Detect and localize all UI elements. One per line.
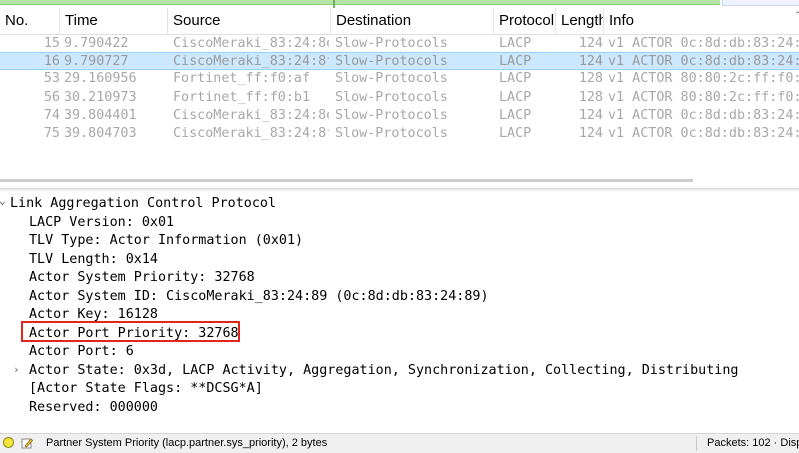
packet-source: CiscoMeraki_83:24:8e bbox=[173, 108, 329, 123]
filter-bookmark-tab[interactable] bbox=[722, 0, 799, 6]
packet-protocol: LACP bbox=[499, 36, 532, 51]
column-header-destination[interactable]: Destination bbox=[331, 8, 494, 34]
packet-time: 39.804703 bbox=[64, 126, 137, 141]
packet-no: 74 bbox=[43, 108, 60, 123]
packet-protocol: LACP bbox=[499, 71, 532, 86]
display-filter-bar[interactable] bbox=[0, 0, 799, 8]
packet-details-tree[interactable]: Link Aggregation Control Protocol LACP V… bbox=[0, 193, 799, 433]
tree-node-lacp[interactable]: Link Aggregation Control Protocol bbox=[10, 195, 276, 214]
packet-time: 30.210973 bbox=[64, 90, 137, 105]
packet-protocol: LACP bbox=[499, 108, 532, 123]
packet-protocol: LACP bbox=[499, 126, 532, 141]
packet-destination: Slow-Protocols bbox=[335, 90, 448, 105]
tree-field[interactable]: TLV Length: 0x14 bbox=[29, 251, 158, 270]
column-header-info[interactable]: Info bbox=[604, 8, 792, 34]
packet-row-selected[interactable]: 16 9.790727 CiscoMeraki_83:24:8f Slow-Pr… bbox=[0, 52, 799, 70]
tree-field[interactable]: Actor System Priority: 32768 bbox=[29, 269, 255, 288]
caret-right-icon[interactable]: › bbox=[13, 363, 20, 376]
packet-no: 15 bbox=[43, 36, 60, 51]
packet-info: v1 ACTOR 0c:8d:db:83:24:8 bbox=[608, 36, 799, 51]
packet-no: 16 bbox=[43, 54, 60, 69]
column-header-length[interactable]: Length bbox=[556, 8, 604, 34]
packet-source: Fortinet_ff:f0:af bbox=[173, 71, 311, 86]
packet-time: 39.804401 bbox=[64, 108, 137, 123]
packet-destination: Slow-Protocols bbox=[335, 54, 448, 69]
packet-source: CiscoMeraki_83:24:8f bbox=[173, 54, 329, 69]
packet-source: Fortinet_ff:f0:b1 bbox=[173, 90, 311, 105]
edit-comment-icon[interactable] bbox=[20, 436, 34, 450]
packet-time: 9.790422 bbox=[64, 36, 129, 51]
packet-destination: Slow-Protocols bbox=[335, 126, 448, 141]
packet-length: 124 bbox=[578, 126, 603, 141]
tree-field[interactable]: Actor Port: 6 bbox=[29, 343, 134, 362]
packet-destination: Slow-Protocols bbox=[335, 36, 448, 51]
tree-field[interactable]: LACP Version: 0x01 bbox=[29, 214, 174, 233]
packets-count-text: Packets: 102 · Displa bbox=[707, 437, 799, 449]
packet-row[interactable]: 53 29.160956 Fortinet_ff:f0:af Slow-Prot… bbox=[0, 70, 799, 88]
filter-valid-indicator bbox=[0, 0, 720, 5]
column-header-source[interactable]: Source bbox=[168, 8, 331, 34]
packet-row[interactable]: 15 9.790422 CiscoMeraki_83:24:8e Slow-Pr… bbox=[0, 35, 799, 53]
packet-destination: Slow-Protocols bbox=[335, 108, 448, 123]
tree-field[interactable]: Reserved: 000000 bbox=[29, 399, 158, 418]
packet-length: 128 bbox=[578, 71, 603, 86]
tree-field[interactable]: [Actor State Flags: **DCSG*A] bbox=[29, 380, 263, 399]
status-divider bbox=[696, 436, 697, 451]
packet-info: v1 ACTOR 80:80:2c:ff:f0:a bbox=[608, 90, 799, 105]
packet-no: 75 bbox=[43, 126, 60, 141]
status-bar: Partner System Priority (lacp.partner.sy… bbox=[0, 433, 799, 453]
packet-protocol: LACP bbox=[499, 54, 532, 69]
packet-length: 128 bbox=[578, 90, 603, 105]
packet-no: 56 bbox=[43, 90, 60, 105]
packet-row[interactable]: 56 30.210973 Fortinet_ff:f0:b1 Slow-Prot… bbox=[0, 89, 799, 107]
packet-info: v1 ACTOR 80:80:2c:ff:f0:a bbox=[608, 71, 799, 86]
packet-time: 9.790727 bbox=[64, 54, 129, 69]
packet-source: CiscoMeraki_83:24:8f bbox=[173, 126, 329, 141]
packet-row[interactable]: 75 39.804703 CiscoMeraki_83:24:8f Slow-P… bbox=[0, 125, 799, 143]
packet-info: v1 ACTOR 0c:8d:db:83:24:8 bbox=[608, 108, 799, 123]
packet-list-header: No. Time Source Destination Protocol Len… bbox=[0, 8, 799, 35]
tree-field[interactable]: TLV Type: Actor Information (0x01) bbox=[29, 232, 303, 251]
column-header-time[interactable]: Time bbox=[60, 8, 168, 34]
scroll-up-icon[interactable]: ⌃ bbox=[794, 10, 799, 21]
filter-bar-divider bbox=[333, 0, 335, 8]
horizontal-scrollbar[interactable] bbox=[0, 179, 693, 182]
column-header-protocol[interactable]: Protocol bbox=[494, 8, 556, 34]
pane-splitter[interactable] bbox=[0, 188, 799, 191]
packet-length: 124 bbox=[578, 54, 603, 69]
field-info-text: Partner System Priority (lacp.partner.sy… bbox=[46, 437, 328, 449]
annotation-highlight-box bbox=[21, 321, 240, 342]
packet-length: 124 bbox=[578, 36, 603, 51]
packet-source: CiscoMeraki_83:24:8e bbox=[173, 36, 329, 51]
packet-info: v1 ACTOR 0c:8d:db:83:24:8 bbox=[608, 54, 799, 69]
packet-time: 29.160956 bbox=[64, 71, 137, 86]
packet-length: 124 bbox=[578, 108, 603, 123]
tree-node-actor-state[interactable]: Actor State: 0x3d, LACP Activity, Aggreg… bbox=[29, 362, 738, 381]
tree-field[interactable]: Actor System ID: CiscoMeraki_83:24:89 (0… bbox=[29, 288, 489, 307]
packet-protocol: LACP bbox=[499, 90, 532, 105]
ready-status-icon[interactable] bbox=[3, 437, 14, 448]
column-header-no[interactable]: No. bbox=[0, 8, 60, 34]
packet-info: v1 ACTOR 0c:8d:db:83:24:8 bbox=[608, 126, 799, 141]
packet-destination: Slow-Protocols bbox=[335, 71, 448, 86]
packet-row[interactable]: 74 39.804401 CiscoMeraki_83:24:8e Slow-P… bbox=[0, 107, 799, 125]
packet-no: 53 bbox=[43, 71, 60, 86]
